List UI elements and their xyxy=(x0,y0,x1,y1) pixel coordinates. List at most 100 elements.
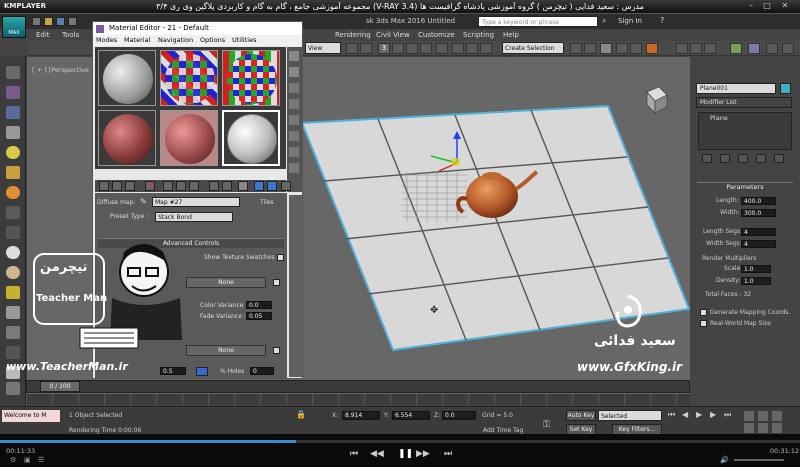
menu-scripting[interactable]: Scripting xyxy=(463,29,494,41)
me-menu-material[interactable]: Material xyxy=(124,35,150,46)
menu-help[interactable]: Help xyxy=(503,29,519,41)
close-icon[interactable]: ✕ xyxy=(778,1,792,13)
fov-icon[interactable] xyxy=(744,423,754,433)
sample-type-icon[interactable] xyxy=(289,51,299,61)
eyedropper-icon[interactable]: ✎ xyxy=(140,197,150,207)
vray-sphere-icon[interactable] xyxy=(6,246,20,259)
material-id-icon[interactable] xyxy=(209,181,219,191)
open-icon[interactable] xyxy=(44,17,53,26)
player-playlist-icon[interactable]: ☰ xyxy=(38,456,44,464)
menu-rendering[interactable]: Rendering xyxy=(335,29,371,41)
object-color-swatch[interactable] xyxy=(780,83,791,94)
zoom-extents-icon[interactable] xyxy=(772,411,782,421)
go-forward-sibling-icon[interactable] xyxy=(267,181,277,191)
pick-material-icon[interactable] xyxy=(281,181,291,191)
volume-slider[interactable] xyxy=(734,459,784,461)
sample-slot-6-active[interactable] xyxy=(222,110,280,166)
map-name-field[interactable]: Map #27 xyxy=(152,197,240,207)
lock-selection-icon[interactable]: 🔒 xyxy=(296,410,306,420)
sample-slot-2[interactable] xyxy=(160,50,218,106)
tile-texture-none-button[interactable]: None xyxy=(186,277,266,288)
me-menu-modes[interactable]: Modes xyxy=(96,35,117,46)
backlight-icon[interactable] xyxy=(289,67,299,77)
modifier-stack-item[interactable]: Plane xyxy=(710,114,728,122)
player-next-icon[interactable]: ⏭ xyxy=(444,449,452,459)
make-preview-icon[interactable] xyxy=(289,131,299,141)
curve-editor-icon[interactable] xyxy=(570,43,582,54)
sample-slot-3[interactable] xyxy=(222,50,280,106)
named-selection-set-dropdown[interactable]: Create Selection Se xyxy=(502,42,564,63)
get-material-icon[interactable] xyxy=(99,181,109,191)
render-setup-icon[interactable] xyxy=(616,43,628,54)
pin-stack-icon[interactable] xyxy=(702,154,712,163)
video-check-icon[interactable] xyxy=(289,115,299,125)
select-manipulate-icon[interactable] xyxy=(360,43,372,54)
layer-manager-icon[interactable] xyxy=(480,43,492,54)
next-frame-icon[interactable]: ▶ xyxy=(710,410,716,419)
pan-icon[interactable] xyxy=(758,423,768,433)
player-forward-icon[interactable]: ▶▶ xyxy=(416,449,430,459)
reference-coord-dropdown[interactable]: View xyxy=(305,42,341,54)
help-icon[interactable]: ? xyxy=(660,16,670,26)
add-time-tag[interactable]: Add Time Tag xyxy=(483,427,523,434)
fade-variance-spinner[interactable]: 0.05 xyxy=(246,312,272,320)
me-menu-options[interactable]: Options xyxy=(200,35,225,46)
sign-in-link[interactable]: Sign In xyxy=(618,17,642,25)
display-tab-icon[interactable] xyxy=(782,43,794,54)
search-icon[interactable]: ⌕ xyxy=(602,16,612,26)
vray-tool-icon-2[interactable] xyxy=(6,86,20,99)
x-coordinate[interactable]: 8.914 xyxy=(342,411,380,420)
show-shaded-icon[interactable] xyxy=(222,181,232,191)
render-teapot-icon[interactable] xyxy=(646,43,658,54)
play-icon[interactable]: ▶ xyxy=(696,410,702,419)
go-to-start-icon[interactable]: ⏮ xyxy=(668,410,675,420)
vray-plane-icon[interactable] xyxy=(6,306,20,319)
me-menu-utilities[interactable]: Utilities xyxy=(232,35,256,46)
vray-tool-icon-4[interactable] xyxy=(6,126,20,139)
vray-tool-icon-14[interactable] xyxy=(6,326,20,339)
vray-ies-icon[interactable] xyxy=(6,186,20,199)
generate-mapping-checkbox[interactable] xyxy=(700,309,707,316)
copy-material-icon[interactable] xyxy=(163,181,173,191)
holes-spinner[interactable]: 0 xyxy=(250,367,274,375)
show-end-result-icon[interactable] xyxy=(720,154,730,163)
select-by-material-icon[interactable] xyxy=(289,163,299,173)
edit-named-selection-icon[interactable] xyxy=(436,43,448,54)
zoom-all-icon[interactable] xyxy=(758,411,768,421)
uv-tiling-icon[interactable] xyxy=(289,99,299,109)
z-coordinate[interactable]: 0.0 xyxy=(442,411,476,420)
spinner-snap-icon[interactable] xyxy=(420,43,432,54)
schematic-view-icon[interactable] xyxy=(584,43,596,54)
menu-civil-view[interactable]: Civil View xyxy=(376,29,410,41)
assign-to-selection-icon[interactable] xyxy=(125,181,135,191)
time-slider-thumb[interactable]: 0 / 100 xyxy=(40,381,80,392)
color-variance-spinner[interactable]: 0.0 xyxy=(246,301,272,309)
sample-slot-1[interactable] xyxy=(98,50,156,106)
player-volume[interactable]: 🔊 xyxy=(720,456,794,464)
put-to-scene-icon[interactable] xyxy=(112,181,122,191)
make-unique-icon[interactable] xyxy=(738,154,748,163)
new-icon[interactable] xyxy=(32,17,41,26)
key-selection-dropdown[interactable]: Selected xyxy=(598,410,662,421)
key-icon[interactable]: ⚿ xyxy=(543,420,550,430)
object-name-field[interactable]: Plane001 xyxy=(696,83,776,94)
vray-frame-icon[interactable] xyxy=(690,43,702,54)
application-button[interactable]: MAX xyxy=(2,16,26,38)
player-pause-icon[interactable]: ❚❚ xyxy=(398,449,413,459)
vray-tool-icon-1[interactable] xyxy=(6,66,20,79)
reset-map-icon[interactable]: ✕ xyxy=(145,181,155,191)
pivot-icon[interactable] xyxy=(346,43,358,54)
vray-light-bulb-icon[interactable] xyxy=(6,146,20,159)
search-input[interactable]: Type a keyword or phrase xyxy=(478,16,598,27)
percent-snap-icon[interactable] xyxy=(406,43,418,54)
vray-icon[interactable] xyxy=(676,43,688,54)
show-end-result-me-icon[interactable] xyxy=(238,181,248,191)
parameters-rollout[interactable]: Parameters xyxy=(697,182,793,192)
previous-frame-icon[interactable]: ◀ xyxy=(682,410,688,419)
track-bar[interactable] xyxy=(26,394,690,405)
player-3d-icon[interactable]: ▣ xyxy=(24,456,31,464)
grout-color-swatch[interactable] xyxy=(196,367,208,376)
go-to-end-icon[interactable]: ⏭ xyxy=(724,410,731,420)
create-tab-icon[interactable] xyxy=(730,43,742,54)
rendered-frame-icon[interactable] xyxy=(630,43,642,54)
